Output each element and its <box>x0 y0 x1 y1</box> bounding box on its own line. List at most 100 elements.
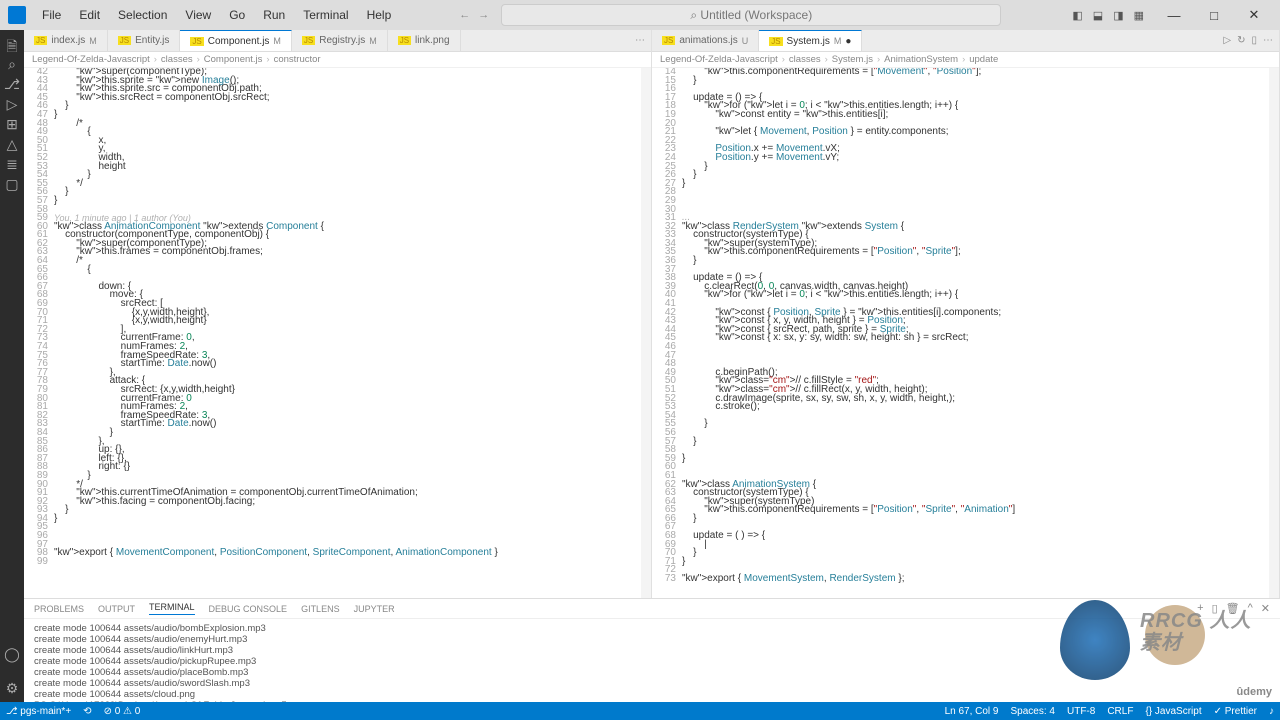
code-content[interactable]: "kw">super(componentType); "kw">this.spr… <box>54 68 641 598</box>
breadcrumb-segment[interactable]: constructor <box>274 54 321 65</box>
panel-maximize-icon[interactable]: ^ <box>1248 602 1253 615</box>
nav-back-icon[interactable]: ← <box>459 9 470 21</box>
minimap[interactable] <box>641 68 651 598</box>
status-item[interactable]: ♪ <box>1269 706 1274 717</box>
code-area-right[interactable]: 1415161718192021222324252627282930313233… <box>652 68 1279 598</box>
tab-bar-right: JSanimations.jsUJSSystem.jsM● ▷ ↻ ▯ ⋯ <box>652 30 1279 52</box>
tab-component-js[interactable]: JSComponent.jsM <box>180 30 292 51</box>
tab-modified-badge: U <box>742 36 749 46</box>
title-bar: FileEditSelectionViewGoRunTerminalHelp ←… <box>0 0 1280 30</box>
menu-edit[interactable]: Edit <box>71 4 108 26</box>
main-area: 🗎⌕⎇▷⊞△≣▢ ◯⚙ JSindex.jsMJSEntity.jsJSComp… <box>0 30 1280 708</box>
breadcrumb-right[interactable]: Legend-Of-Zelda-Javascript›classes›Syste… <box>652 52 1279 68</box>
extensions-icon[interactable]: ⊞ <box>2 116 22 136</box>
status-item[interactable]: ✓ Prettier <box>1214 706 1257 717</box>
menu-run[interactable]: Run <box>255 4 293 26</box>
code-content[interactable]: "kw">this.componentRequirements = ["Move… <box>682 68 1269 598</box>
nav-arrows: ← → <box>459 9 489 21</box>
breadcrumb-segment[interactable]: Legend-Of-Zelda-Javascript <box>32 54 150 65</box>
vscode-logo-icon <box>8 6 26 24</box>
tab-modified-badge: M <box>834 36 842 46</box>
status-item[interactable]: CRLF <box>1107 706 1133 717</box>
panel-new-terminal-icon[interactable]: + <box>1197 602 1203 615</box>
maximize-icon[interactable]: □ <box>1196 3 1232 27</box>
docker-icon[interactable]: ▢ <box>2 176 22 196</box>
customize-layout-icon[interactable]: ▦ <box>1134 9 1144 22</box>
panel-tab-debug-console[interactable]: DEBUG CONSOLE <box>209 604 288 614</box>
tab-label: Entity.js <box>135 35 169 46</box>
status-item[interactable]: {} JavaScript <box>1145 706 1201 717</box>
tab-label: link.png <box>415 35 449 46</box>
test-icon[interactable]: △ <box>2 136 22 156</box>
panel-actions: + ▯ 🗑 ^ ✕ <box>1197 602 1270 615</box>
panel-tab-jupyter[interactable]: JUPYTER <box>354 604 395 614</box>
tab-index-js[interactable]: JSindex.jsM <box>24 30 108 51</box>
menu-terminal[interactable]: Terminal <box>295 4 356 26</box>
breadcrumb-segment[interactable]: classes <box>161 54 193 65</box>
tab-action-icon[interactable]: ⋯ <box>1263 35 1273 46</box>
panel-tab-terminal[interactable]: TERMINAL <box>149 602 195 615</box>
close-icon[interactable]: ✕ <box>1236 3 1272 27</box>
terminal-output[interactable]: create mode 100644 assets/audio/bombExpl… <box>24 619 1280 708</box>
toggle-panel-right-icon[interactable]: ◨ <box>1113 9 1123 22</box>
tab-actions: ▷ ↻ ▯ ⋯ <box>1217 30 1279 51</box>
files-icon[interactable]: 🗎 <box>2 36 22 56</box>
breadcrumb-segment[interactable]: System.js <box>832 54 873 65</box>
status-item[interactable]: ⎇ pgs-main*+ <box>6 706 71 717</box>
panel-close-icon[interactable]: ✕ <box>1261 602 1270 615</box>
code-area-left[interactable]: 4243444546474849505152535455565758596061… <box>24 68 651 598</box>
breadcrumb-segment[interactable]: update <box>969 54 998 65</box>
panel-split-icon[interactable]: ▯ <box>1212 602 1218 615</box>
gear-icon[interactable]: ⚙ <box>2 680 22 700</box>
tab-entity-js[interactable]: JS Entity.js <box>108 30 181 51</box>
search-icon[interactable]: ⌕ <box>2 56 22 76</box>
status-item[interactable]: ⊘ 0 ⚠ 0 <box>104 706 141 717</box>
minimap[interactable] <box>1269 68 1279 598</box>
tab-animations-js[interactable]: JSanimations.jsU <box>652 30 759 51</box>
tab-action-icon[interactable]: ▯ <box>1251 35 1257 46</box>
account-icon[interactable]: ◯ <box>2 646 22 666</box>
tab-modified-badge: M <box>369 36 377 46</box>
breadcrumb-segment[interactable]: classes <box>789 54 821 65</box>
status-item[interactable]: UTF-8 <box>1067 706 1095 717</box>
debug-icon[interactable]: ▷ <box>2 96 22 116</box>
panel-tab-problems[interactable]: PROBLEMS <box>34 604 84 614</box>
status-item[interactable]: Spaces: 4 <box>1011 706 1055 717</box>
tab-bar-left: JSindex.jsMJSEntity.jsJSComponent.jsMJSR… <box>24 30 651 52</box>
tab-link-png[interactable]: JSlink.png <box>388 30 461 51</box>
menu-selection[interactable]: Selection <box>110 4 175 26</box>
tab-action-icon[interactable]: ▷ <box>1223 35 1231 46</box>
editor-row: JSindex.jsMJSEntity.jsJSComponent.jsMJSR… <box>24 30 1280 598</box>
panel-tab-gitlens[interactable]: GITLENS <box>301 604 340 614</box>
tab-actions: ⋯ <box>629 30 651 51</box>
scm-icon[interactable]: ⎇ <box>2 76 22 96</box>
breadcrumb-left[interactable]: Legend-Of-Zelda-Javascript›classes›Compo… <box>24 52 651 68</box>
tab-action-icon[interactable]: ⋯ <box>635 35 645 46</box>
status-item[interactable]: ⟲ <box>83 706 91 717</box>
line-gutter: 4243444546474849505152535455565758596061… <box>24 68 54 598</box>
file-icon: JS <box>118 36 131 45</box>
menu-view[interactable]: View <box>177 4 219 26</box>
nav-forward-icon[interactable]: → <box>478 9 489 21</box>
menu-file[interactable]: File <box>34 4 69 26</box>
panel-tab-output[interactable]: OUTPUT <box>98 604 135 614</box>
minimize-icon[interactable]: — <box>1156 3 1192 27</box>
toggle-panel-left-icon[interactable]: ◧ <box>1072 9 1082 22</box>
tab-registry-js[interactable]: JSRegistry.jsM <box>292 30 388 51</box>
db-icon[interactable]: ≣ <box>2 156 22 176</box>
menu-go[interactable]: Go <box>221 4 253 26</box>
command-center[interactable]: ⌕ Untitled (Workspace) <box>501 4 1001 26</box>
file-icon: JS <box>302 36 315 45</box>
breadcrumb-segment[interactable]: Component.js <box>204 54 263 65</box>
tab-action-icon[interactable]: ↻ <box>1237 35 1245 46</box>
status-item[interactable]: Ln 67, Col 9 <box>945 706 999 717</box>
breadcrumb-segment[interactable]: Legend-Of-Zelda-Javascript <box>660 54 778 65</box>
editor-pane-left: JSindex.jsMJSEntity.jsJSComponent.jsMJSR… <box>24 30 652 598</box>
tab-system-js[interactable]: JSSystem.jsM● <box>759 30 862 51</box>
menu-help[interactable]: Help <box>359 4 400 26</box>
panel-trash-icon[interactable]: 🗑 <box>1226 602 1240 615</box>
tab-label: index.js <box>51 35 85 46</box>
breadcrumb-segment[interactable]: AnimationSystem <box>884 54 958 65</box>
toggle-panel-bottom-icon[interactable]: ⬓ <box>1093 9 1103 22</box>
dirty-indicator-icon: ● <box>845 36 851 47</box>
